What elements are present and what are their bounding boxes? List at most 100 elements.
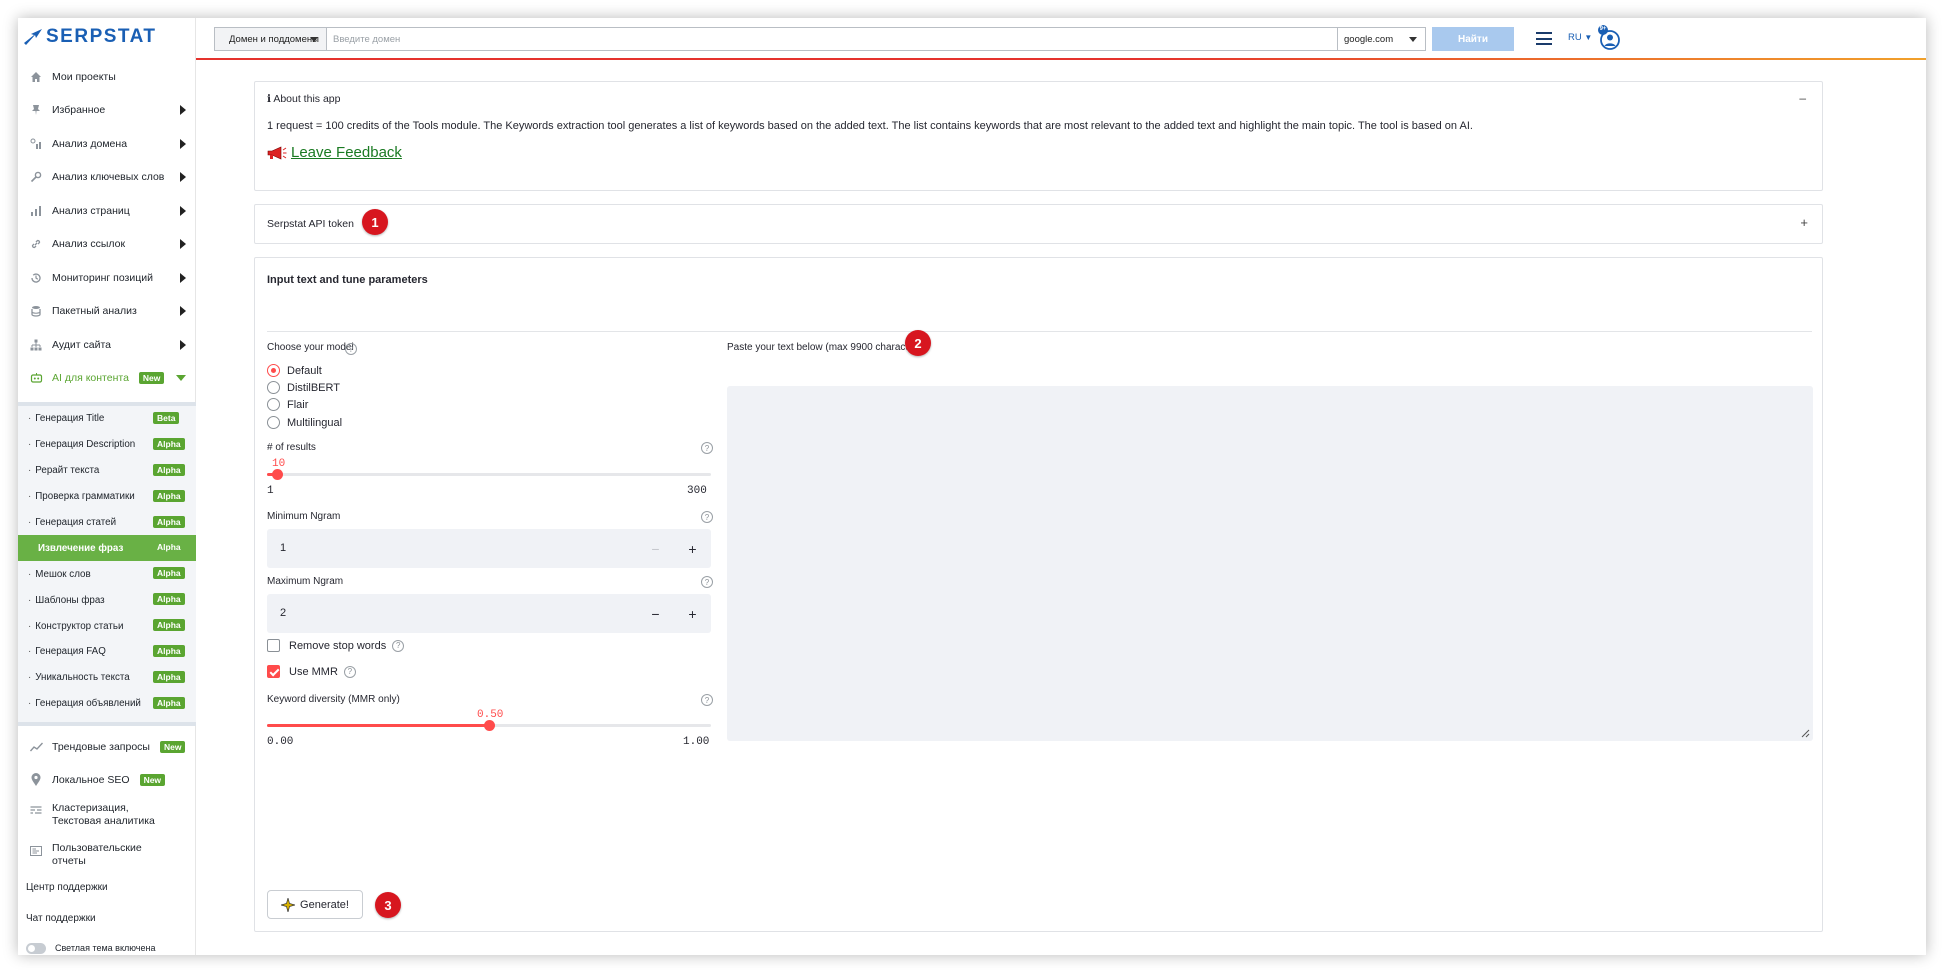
help-icon[interactable]: ? [701,511,713,523]
sidebar-item-link-analysis[interactable]: Анализ ссылок [18,228,196,262]
subnav-item-label: Проверка грамматики [35,491,135,503]
help-icon[interactable]: ? [701,442,713,454]
main-content: ℹ About this app – 1 request = 100 credi… [196,62,1926,955]
subnav-item-phrase-extraction[interactable]: Извлечение фраз Alpha [18,535,196,562]
support-center-link[interactable]: Центр поддержки [18,872,196,903]
min-ngram-value[interactable]: 1 [280,542,286,554]
sidebar-item-keyword-analysis[interactable]: Анализ ключевых слов [18,161,196,195]
sidebar-item-clustering[interactable]: Кластеризация, Текстовая аналитика [18,796,196,836]
radio-model-flair[interactable]: Flair [267,398,308,411]
subnav-item-rewrite[interactable]: Рерайт текста Alpha [18,458,196,484]
generate-label: Generate! [300,898,349,911]
main-nav: Мои проекты Избранное Анализ домена Анал… [18,60,196,395]
sidebar-item-custom-reports[interactable]: Пользовательские отчеты [18,836,196,872]
radio-model-default[interactable]: Default [267,364,322,377]
app-root: SERPSTAT Мои проекты Избранное Анализ до… [0,0,1945,970]
user-avatar[interactable]: 9+ [1598,25,1622,51]
search-scope-dropdown[interactable]: Домен и поддомены [214,27,327,51]
diversity-slider-thumb[interactable] [484,720,495,731]
status-badge: Alpha [153,670,185,683]
sidebar-item-rank-tracking[interactable]: Мониторинг позиций [18,261,196,295]
top-bar: Домен и поддомены Введите домен google.c… [196,18,1926,60]
subnav-item-phrase-templates[interactable]: Шаблоны фраз Alpha [18,587,196,613]
max-ngram-stepper[interactable]: 2 − + [267,594,711,633]
min-ngram-stepper[interactable]: 1 − + [267,529,711,568]
brand-name: SERPSTAT [46,26,157,47]
api-token-expander-header[interactable]: Serpstat API token [267,218,354,230]
sidebar-item-ai-content[interactable]: AI для контента New [18,362,196,396]
subnav-item-label: Шаблоны фраз [35,594,105,606]
subnav-item-title-generation[interactable]: Генерация Title Beta [18,406,196,432]
domain-search-input[interactable]: Введите домен [327,27,1338,51]
sidebar-item-site-audit[interactable]: Аудит сайта [18,328,196,362]
input-form-panel: Input text and tune parameters Choose yo… [254,257,1823,932]
divider [267,331,1812,332]
subnav-item-ad-generation[interactable]: Генерация объявлений Alpha [18,691,196,717]
radio-model-multilingual[interactable]: Multilingual [267,416,342,429]
help-icon[interactable]: ? [392,639,405,652]
subnav-item-grammar-check[interactable]: Проверка грамматики Alpha [18,484,196,510]
subnav-item-faq-generation[interactable]: Генерация FAQ Alpha [18,639,196,665]
api-token-panel[interactable]: Serpstat API token + 1 [254,204,1823,244]
decrement-button[interactable]: − [637,529,674,568]
diversity-min: 0.00 [267,736,294,748]
checkbox-label: Remove stop words [289,639,387,652]
use-mmr-checkbox[interactable]: Use MMR ? [267,665,356,678]
serpstat-logo[interactable]: SERPSTAT [24,24,157,50]
remove-stop-words-checkbox[interactable]: Remove stop words ? [267,639,405,652]
menu-icon[interactable] [1536,32,1552,46]
help-icon[interactable]: ? [345,343,357,355]
subnav-item-bag-of-words[interactable]: Мешок слов Alpha [18,561,196,587]
results-slider-thumb[interactable] [272,469,283,480]
form-title: Input text and tune parameters [267,274,428,286]
search-engine-dropdown[interactable]: google.com [1338,27,1426,51]
results-label: # of results [267,442,316,453]
sidebar-item-domain-analysis[interactable]: Анализ домена [18,127,196,161]
radio-label: Flair [287,398,309,411]
progress-gradient-bar [196,58,1926,60]
help-icon[interactable]: ? [701,576,713,588]
theme-toggle-row[interactable]: Светлая тема включена [18,934,196,955]
sidebar-item-trending-queries[interactable]: Трендовые запросы New [18,730,196,763]
sidebar-item-label: Аудит сайта [52,338,111,351]
diversity-slider[interactable] [267,720,711,731]
subnav-item-article-generation[interactable]: Генерация статей Alpha [18,510,196,536]
link-icon [29,237,43,251]
generate-button[interactable]: Generate! [267,890,363,919]
clustering-icon [29,804,43,818]
subnav-item-text-uniqueness[interactable]: Уникальность текста Alpha [18,665,196,691]
max-ngram-value[interactable]: 2 [280,607,286,619]
results-slider[interactable] [267,469,711,480]
sidebar-item-label: AI для контента [52,372,129,385]
help-icon[interactable]: ? [343,665,356,678]
sidebar-item-local-seo[interactable]: Локальное SEO New [18,763,196,796]
ai-content-subnav: Генерация Title Beta Генерация Descriptio… [18,402,196,726]
radio-model-distilbert[interactable]: DistilBERT [267,381,340,394]
sidebar-item-label: Мониторинг позиций [52,271,153,284]
increment-button[interactable]: + [674,594,711,633]
language-dropdown[interactable]: RU ▼ [1568,32,1592,43]
collapse-icon[interactable]: – [1799,91,1806,105]
support-chat-link[interactable]: Чат поддержки [18,903,196,934]
sidebar-item-batch-analysis[interactable]: Пакетный анализ [18,295,196,329]
sidebar-item-my-projects[interactable]: Мои проекты [18,60,196,94]
text-input-area[interactable] [727,386,1813,741]
sidebar-item-favorites[interactable]: Избранное [18,94,196,128]
about-expander-header[interactable]: ℹ About this app [267,93,340,105]
checkbox-label: Use MMR [289,665,338,678]
decrement-button[interactable]: − [637,594,674,633]
leave-feedback-link[interactable]: Leave Feedback [267,144,402,161]
chevron-right-icon [180,105,186,116]
subnav-item-description-generation[interactable]: Генерация Description Alpha [18,432,196,458]
status-badge: Alpha [153,437,185,450]
sidebar-item-page-analysis[interactable]: Анализ страниц [18,194,196,228]
new-badge: New [139,773,166,786]
min-ngram-label: Minimum Ngram [267,511,341,522]
subnav-item-article-builder[interactable]: Конструктор статьи Alpha [18,613,196,639]
find-button[interactable]: Найти [1432,27,1514,51]
expand-icon[interactable]: + [1800,215,1808,230]
help-icon[interactable]: ? [701,694,713,706]
increment-button[interactable]: + [674,529,711,568]
resize-grip-icon[interactable] [1801,729,1810,738]
theme-toggle[interactable] [26,942,46,954]
